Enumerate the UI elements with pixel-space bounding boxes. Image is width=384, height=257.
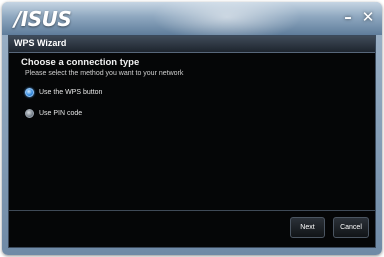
footer-divider [9, 210, 375, 211]
wizard-header: WPS Wizard [9, 36, 375, 53]
wizard-title: WPS Wizard [14, 38, 67, 48]
page-subtitle: Please select the method you want to you… [25, 70, 184, 77]
next-button[interactable]: Next [290, 217, 325, 238]
option-pin-code[interactable]: Use PIN code [25, 107, 82, 119]
app-window: /ISUS – ✕ WPS Wizard Choose a connection… [2, 2, 382, 255]
radio-selected-icon[interactable] [25, 87, 34, 97]
close-icon[interactable]: ✕ [360, 9, 376, 25]
radio-unselected-icon[interactable] [25, 108, 34, 118]
page-heading: Choose a connection type [21, 57, 140, 68]
option-pin-label: Use PIN code [39, 109, 83, 117]
minimize-icon[interactable]: – [340, 9, 356, 25]
title-bar[interactable]: /ISUS – ✕ [2, 2, 382, 35]
brand-logo: /ISUS [14, 7, 72, 31]
option-wps-button[interactable]: Use the WPS button [25, 86, 102, 98]
wizard-panel: WPS Wizard Choose a connection type Plea… [8, 35, 376, 248]
option-wps-label: Use the WPS button [39, 88, 103, 96]
cancel-button[interactable]: Cancel [333, 217, 369, 238]
